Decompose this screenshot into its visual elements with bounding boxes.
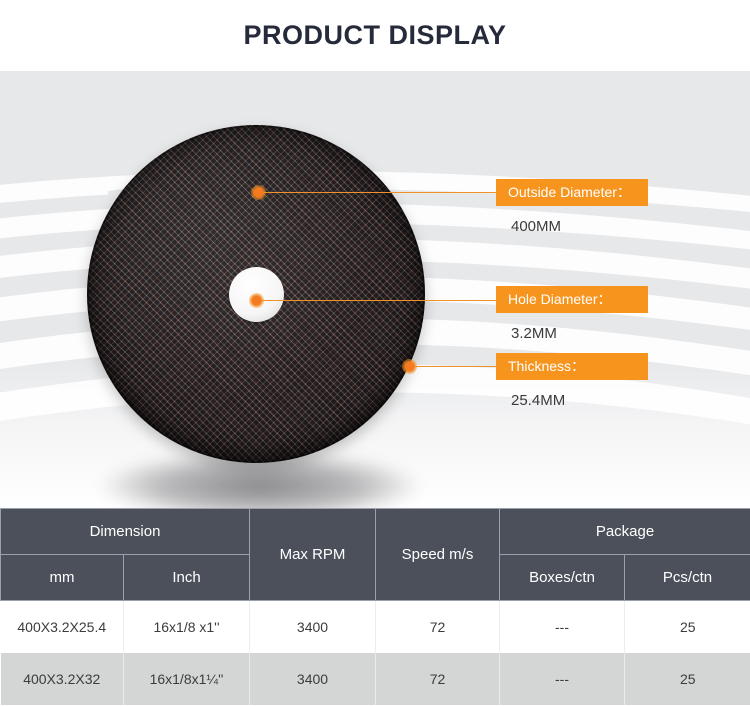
cell-inch: 16x1/8x1¼'' xyxy=(123,653,250,705)
title-band: PRODUCT DISPLAY xyxy=(0,0,750,71)
leader-line-outside-diameter xyxy=(258,192,496,193)
spec-table-body: 400X3.2X25.4 16x1/8 x1'' 3400 72 --- 25 … xyxy=(0,600,750,705)
header-boxes-per-ctn: Boxes/ctn xyxy=(499,554,625,601)
cell-pcs-per-ctn: 25 xyxy=(624,600,750,653)
header-max-rpm: Max RPM xyxy=(249,508,376,601)
cell-speed: 72 xyxy=(375,600,500,653)
callout-label-hole-diameter: Hole Diameter： xyxy=(496,286,648,313)
callout-dot-outside-diameter xyxy=(250,184,266,200)
header-package: Package xyxy=(499,508,750,555)
cell-max-rpm: 3400 xyxy=(249,653,376,705)
header-mm: mm xyxy=(0,554,124,601)
cell-inch: 16x1/8 x1'' xyxy=(123,600,250,653)
product-display-page: PRODUCT DISPLAY Outside Diameter： 400MM … xyxy=(0,0,750,706)
leader-line-thickness xyxy=(409,366,496,367)
callout-value-hole-diameter: 3.2MM xyxy=(511,325,557,342)
cell-max-rpm: 3400 xyxy=(249,600,376,653)
callout-value-thickness: 25.4MM xyxy=(511,392,566,409)
page-title: PRODUCT DISPLAY xyxy=(243,20,507,50)
header-inch: Inch xyxy=(123,554,250,601)
cell-speed: 72 xyxy=(375,653,500,705)
callout-dot-hole-diameter xyxy=(248,292,264,308)
cell-mm: 400X3.2X32 xyxy=(0,653,124,705)
table-row: 400X3.2X32 16x1/8x1¼'' 3400 72 --- 25 xyxy=(0,653,750,705)
callout-dot-thickness xyxy=(401,358,417,374)
spec-table-header-row-1: Dimension Max RPM Speed m/s Package xyxy=(0,508,750,601)
leader-line-hole-diameter xyxy=(256,300,496,301)
header-speed: Speed m/s xyxy=(375,508,500,601)
table-row: 400X3.2X25.4 16x1/8 x1'' 3400 72 --- 25 xyxy=(0,600,750,653)
cell-pcs-per-ctn: 25 xyxy=(624,653,750,705)
specification-table: Dimension Max RPM Speed m/s Package mm I… xyxy=(0,508,750,705)
header-dimension: Dimension xyxy=(0,508,250,555)
spec-table-header: Dimension Max RPM Speed m/s Package mm I… xyxy=(0,508,750,601)
callout-value-outside-diameter: 400MM xyxy=(511,218,562,235)
callout-label-outside-diameter: Outside Diameter： xyxy=(496,179,648,206)
callout-label-thickness: Thickness： xyxy=(496,353,648,380)
header-pcs-per-ctn: Pcs/ctn xyxy=(624,554,750,601)
cell-boxes-per-ctn: --- xyxy=(499,653,625,705)
cell-mm: 400X3.2X25.4 xyxy=(0,600,124,653)
cell-boxes-per-ctn: --- xyxy=(499,600,625,653)
product-hero-section: Outside Diameter： 400MM Hole Diameter： 3… xyxy=(0,71,750,508)
